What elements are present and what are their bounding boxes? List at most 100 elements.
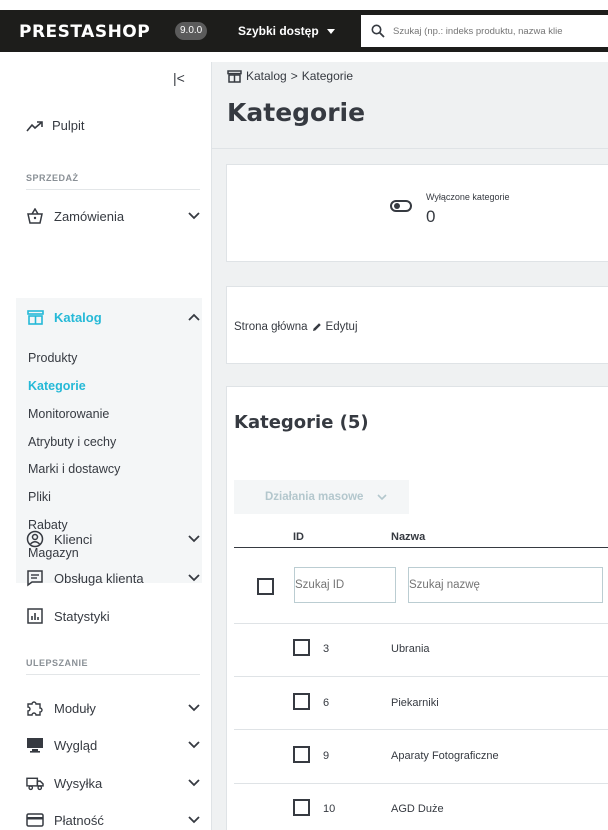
sidebar: |< Pulpit SPRZEDAŻ Zamówienia Katalog Pr… — [0, 62, 212, 830]
chevron-down-icon — [188, 814, 200, 826]
list-title: Kategorie (5) — [234, 412, 369, 433]
row-id: 9 — [323, 750, 330, 762]
credit-card-icon — [26, 811, 44, 829]
basket-icon — [26, 207, 44, 225]
monitor-icon — [26, 736, 44, 754]
pencil-icon[interactable] — [312, 322, 322, 332]
sidebar-item-modules[interactable]: Moduły — [26, 697, 200, 719]
sidebar-item-label: Obsługa klienta — [54, 570, 144, 586]
sidebar-item-label: Wygląd — [54, 737, 98, 753]
row-divider — [234, 729, 608, 730]
breadcrumb-current[interactable]: Kategorie — [302, 69, 353, 83]
row-id: 10 — [323, 803, 336, 815]
filter-id-input[interactable] — [294, 567, 396, 603]
sidebar-item-label: Płatność — [54, 812, 104, 828]
home-category: Strona główna Edytuj — [234, 321, 358, 333]
submenu-item-monitoring[interactable]: Monitorowanie — [28, 407, 109, 421]
row-name[interactable]: Piekarniki — [391, 697, 439, 709]
chevron-down-icon — [188, 777, 200, 789]
kpi-value: 0 — [426, 207, 436, 226]
column-header-name[interactable]: Nazwa — [391, 531, 425, 543]
row-name[interactable]: Aparaty Fotograficzne — [391, 750, 499, 762]
sidebar-item-customer-service[interactable]: Obsługa klienta — [26, 567, 200, 589]
chat-icon — [26, 569, 44, 587]
puzzle-icon — [26, 699, 44, 717]
home-category-card: Strona główna Edytuj — [226, 286, 608, 364]
column-header-id[interactable]: ID — [293, 531, 304, 543]
version-badge: 9.0.0 — [175, 22, 208, 40]
search-icon[interactable] — [371, 24, 385, 38]
divider — [26, 189, 200, 190]
breadcrumb-separator: > — [290, 69, 298, 83]
chevron-down-icon — [188, 533, 200, 545]
home-category-label: Strona główna — [234, 321, 308, 333]
row-divider — [234, 623, 608, 624]
row-checkbox[interactable] — [293, 799, 310, 816]
sidebar-item-label: Moduły — [54, 700, 96, 716]
sidebar-item-customers[interactable]: Klienci — [26, 528, 200, 550]
sidebar-item-dashboard[interactable]: Pulpit — [26, 118, 85, 133]
row-checkbox[interactable] — [293, 639, 310, 656]
row-id: 6 — [323, 697, 330, 709]
caret-down-icon — [326, 28, 335, 34]
trending-up-icon — [26, 120, 43, 132]
top-bar: PRESTASHOP 9.0.0 Szybki dostęp — [0, 0, 608, 62]
toggle-off-icon — [390, 200, 412, 212]
breadcrumb: Katalog > Kategorie — [227, 69, 353, 83]
chevron-down-icon — [188, 210, 200, 222]
bulk-actions-button[interactable]: Działania masowe — [234, 480, 409, 514]
sidebar-item-label: Zamówienia — [54, 208, 125, 224]
sidebar-item-catalog[interactable]: Katalog — [26, 306, 200, 328]
submenu-item-brands[interactable]: Marki i dostawcy — [28, 462, 120, 476]
search-input[interactable] — [393, 25, 608, 37]
bar-chart-icon — [26, 607, 44, 625]
sidebar-item-label: Klienci — [54, 531, 93, 547]
store-icon — [227, 69, 242, 83]
submenu-item-categories[interactable]: Kategorie — [28, 379, 86, 393]
divider — [212, 148, 608, 149]
divider — [26, 674, 200, 675]
table-header-divider — [234, 547, 608, 548]
kpi-card: Wyłączone kategorie 0 — [226, 164, 608, 262]
quick-access-label: Szybki dostęp — [238, 24, 319, 38]
collapse-sidebar-icon[interactable]: |< — [173, 70, 185, 86]
sidebar-item-label: Katalog — [54, 309, 102, 325]
row-id: 3 — [323, 643, 330, 655]
row-name[interactable]: Ubrania — [391, 643, 430, 655]
sidebar-item-shipping[interactable]: Wysyłka — [26, 772, 200, 794]
sidebar-item-label: Wysyłka — [54, 775, 103, 791]
sidebar-item-label: Pulpit — [52, 118, 85, 133]
section-title-improve: ULEPSZANIE — [26, 658, 89, 668]
row-divider — [234, 676, 608, 677]
sidebar-item-label: Statystyki — [54, 608, 110, 624]
submenu-item-files[interactable]: Pliki — [28, 490, 51, 504]
sidebar-item-design[interactable]: Wygląd — [26, 734, 200, 756]
sidebar-item-orders[interactable]: Zamówienia — [26, 205, 200, 227]
search-box[interactable] — [361, 15, 608, 47]
submenu-item-attributes[interactable]: Atrybuty i cechy — [28, 435, 116, 449]
row-divider — [234, 783, 608, 784]
kpi-label: Wyłączone kategorie — [426, 192, 510, 202]
sidebar-item-payment[interactable]: Płatność — [26, 809, 200, 830]
section-title-sales: SPRZEDAŻ — [26, 173, 79, 183]
chevron-down-icon — [188, 739, 200, 751]
row-name[interactable]: AGD Duże — [391, 803, 444, 815]
store-icon — [26, 308, 44, 326]
bulk-actions-label: Działania masowe — [265, 491, 364, 503]
row-checkbox[interactable] — [293, 693, 310, 710]
edit-link[interactable]: Edytuj — [326, 321, 358, 333]
chevron-down-icon — [188, 702, 200, 714]
filter-name-input[interactable] — [408, 567, 603, 603]
page-title: Kategorie — [227, 98, 366, 127]
select-all-checkbox[interactable] — [257, 578, 274, 595]
prestashop-logo[interactable]: PRESTASHOP — [19, 22, 150, 42]
truck-icon — [26, 774, 44, 792]
submenu-item-products[interactable]: Produkty — [28, 351, 77, 365]
breadcrumb-root[interactable]: Katalog — [246, 69, 287, 83]
categories-list-card: Kategorie (5) Działania masowe ID Nazwa … — [226, 386, 608, 830]
chevron-down-icon — [377, 493, 388, 500]
chevron-up-icon — [188, 313, 200, 321]
quick-access-button[interactable]: Szybki dostęp — [238, 21, 335, 41]
sidebar-item-stats[interactable]: Statystyki — [26, 605, 200, 627]
row-checkbox[interactable] — [293, 746, 310, 763]
